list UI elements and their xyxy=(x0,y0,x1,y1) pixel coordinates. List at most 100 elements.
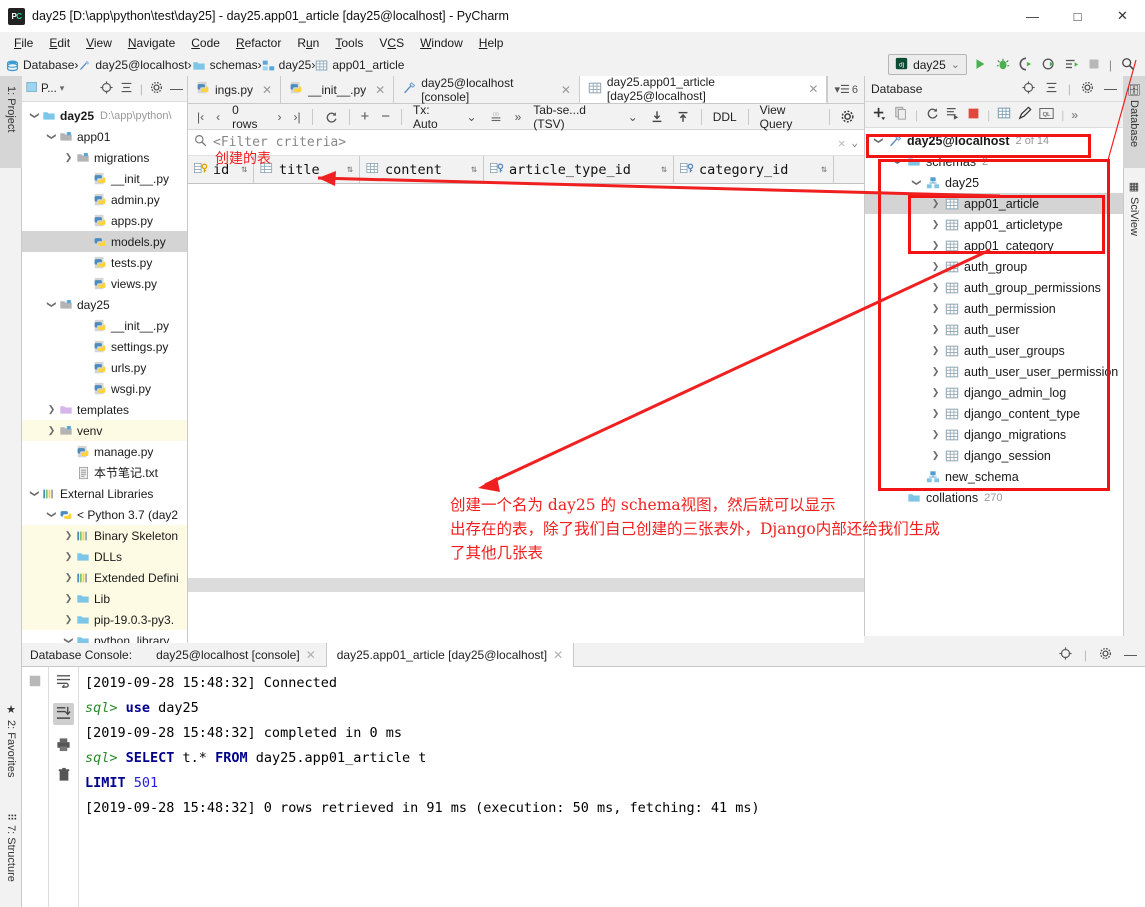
wrap-lines-icon[interactable] xyxy=(56,673,71,691)
minimize-icon[interactable]: — xyxy=(170,81,183,96)
scroll-to-end-icon[interactable] xyxy=(53,703,74,725)
chevron-right-icon[interactable]: ❯ xyxy=(928,366,943,377)
add-icon[interactable] xyxy=(872,106,887,124)
gear-icon[interactable] xyxy=(836,109,860,125)
chevron-down-icon[interactable]: ❯ xyxy=(892,154,903,169)
menu-navigate[interactable]: Navigate xyxy=(120,34,183,52)
menu-window[interactable]: Window xyxy=(412,34,471,52)
filter-history-chevron-icon[interactable]: ⌄ xyxy=(851,136,858,149)
run-configuration-selector[interactable]: dj day25 ⌄ xyxy=(888,54,967,75)
project-tree-node[interactable]: ❯ Extended Defini xyxy=(22,567,187,588)
chevron-right-icon[interactable]: ❯ xyxy=(62,530,75,541)
copy-icon[interactable] xyxy=(894,106,908,123)
project-tree-node[interactable]: manage.py xyxy=(22,441,187,462)
target-icon[interactable] xyxy=(100,80,113,97)
project-tree-node[interactable]: models.py xyxy=(22,231,187,252)
minimize-icon[interactable]: — xyxy=(1104,81,1117,96)
breadcrumb-table[interactable]: app01_article xyxy=(315,58,404,72)
project-tree-node[interactable]: views.py xyxy=(22,273,187,294)
stop-icon[interactable] xyxy=(29,675,41,690)
chevron-right-icon[interactable]: ❯ xyxy=(62,593,75,604)
breadcrumb-schemas[interactable]: schemas xyxy=(192,58,258,72)
column-sort-icon[interactable]: ⇅ xyxy=(653,164,667,175)
filter-input[interactable]: <Filter criteria> xyxy=(213,135,832,150)
export-icon[interactable] xyxy=(671,109,695,125)
chevron-right-icon[interactable]: ❯ xyxy=(62,614,75,625)
project-tree-node[interactable]: apps.py xyxy=(22,210,187,231)
column-sort-icon[interactable]: ⇅ xyxy=(339,164,353,175)
project-tree-node[interactable]: ❯ app01 xyxy=(22,126,187,147)
gear-icon[interactable] xyxy=(1081,81,1094,97)
sidebar-item-sciview[interactable]: ▦ SciView xyxy=(1123,174,1145,260)
database-tree-node[interactable]: ❯ auth_user_groups xyxy=(865,340,1123,361)
close-icon[interactable]: ✕ xyxy=(375,83,385,97)
database-tree-node[interactable]: ❯ auth_group_permissions xyxy=(865,277,1123,298)
export-format-label[interactable]: Tab-se...d (TSV) xyxy=(528,102,620,132)
database-tree-node[interactable]: ❯ day25@localhost 2 of 14 xyxy=(865,130,1123,151)
chevron-down-icon[interactable]: ❯ xyxy=(46,298,57,311)
gear-icon[interactable] xyxy=(150,81,163,97)
project-tree-node[interactable]: ❯ pip-19.0.3-py3. xyxy=(22,609,187,630)
ql-icon[interactable]: QL xyxy=(1039,107,1054,123)
project-tree-node[interactable]: urls.py xyxy=(22,357,187,378)
console-tab-connection[interactable]: day25@localhost [console] ✕ xyxy=(146,643,326,667)
collapse-all-icon[interactable] xyxy=(120,81,133,97)
tab-overflow-button[interactable]: ▾☰ 6 xyxy=(827,76,864,103)
remove-row-button[interactable]: − xyxy=(376,107,395,126)
database-tree-node[interactable]: ❯ auth_user xyxy=(865,319,1123,340)
chevron-right-icon[interactable]: ❯ xyxy=(928,303,943,314)
close-icon[interactable]: ✕ xyxy=(306,648,316,662)
db-compare-icon[interactable]: DB xyxy=(484,109,508,125)
project-tree-node[interactable]: ❯ templates xyxy=(22,399,187,420)
sidebar-item-structure[interactable]: ⠿ 7: Structure xyxy=(0,807,22,907)
menu-help[interactable]: Help xyxy=(471,34,512,52)
toolbar-overflow-button[interactable]: » xyxy=(510,109,527,125)
chevron-right-icon[interactable]: ❯ xyxy=(45,425,58,436)
chevron-right-icon[interactable]: ❯ xyxy=(928,450,943,461)
project-tree-node[interactable]: ❯ venv xyxy=(22,420,187,441)
database-tree-node[interactable]: ❯ django_session xyxy=(865,445,1123,466)
chevron-down-icon[interactable]: ⌄ xyxy=(462,109,482,125)
print-icon[interactable] xyxy=(56,737,71,755)
import-icon[interactable] xyxy=(645,109,669,125)
target-icon[interactable] xyxy=(1059,646,1072,663)
database-tree-node[interactable]: ❯ django_admin_log xyxy=(865,382,1123,403)
chevron-right-icon[interactable]: ❯ xyxy=(62,152,75,163)
database-tree-node[interactable]: ❯ schemas 2 xyxy=(865,151,1123,172)
project-tree-node[interactable]: ❯ migrations xyxy=(22,147,187,168)
database-tree-node[interactable]: new_schema xyxy=(865,466,1123,487)
column-sort-icon[interactable]: ⇅ xyxy=(813,164,827,175)
run-icon[interactable] xyxy=(973,57,987,74)
database-tree-node[interactable]: ❯ auth_user_user_permission xyxy=(865,361,1123,382)
menu-edit[interactable]: Edit xyxy=(41,34,78,52)
database-tree-node[interactable]: ❯ app01_article xyxy=(865,193,1123,214)
overflow-icon[interactable]: » xyxy=(1071,108,1078,122)
chevron-right-icon[interactable]: ❯ xyxy=(928,198,943,209)
modify-icon[interactable] xyxy=(1018,106,1032,123)
sidebar-item-project[interactable]: 1: Project xyxy=(0,76,22,168)
chevron-right-icon[interactable]: ❯ xyxy=(45,404,58,415)
chevron-down-icon[interactable]: ❯ xyxy=(911,175,922,190)
project-tree-node[interactable]: 本节笔记.txt xyxy=(22,462,187,483)
breadcrumb-connection[interactable]: day25@localhost xyxy=(78,58,188,72)
breadcrumb-database[interactable]: Database xyxy=(6,58,74,72)
chevron-down-icon[interactable]: ❯ xyxy=(29,487,40,500)
grid-horizontal-scrollbar[interactable] xyxy=(188,578,864,592)
project-tree-node[interactable]: __init__.py xyxy=(22,315,187,336)
filter-bar[interactable]: <Filter criteria> ✕ ⌄ xyxy=(188,130,864,156)
project-tree-node[interactable]: wsgi.py xyxy=(22,378,187,399)
database-tree-node[interactable]: ❯ auth_group xyxy=(865,256,1123,277)
last-page-button[interactable]: ›| xyxy=(288,109,305,125)
chevron-right-icon[interactable]: ❯ xyxy=(928,429,943,440)
sidebar-item-favorites[interactable]: ★ 2: Favorites xyxy=(0,697,22,807)
chevron-right-icon[interactable]: ❯ xyxy=(928,282,943,293)
coverage-icon[interactable] xyxy=(1019,57,1033,74)
chevron-right-icon[interactable]: ❯ xyxy=(928,240,943,251)
editor-tab[interactable]: day25@localhost [console] ✕ xyxy=(394,76,580,104)
prev-page-button[interactable]: ‹ xyxy=(211,109,225,125)
chevron-right-icon[interactable]: ❯ xyxy=(928,345,943,356)
close-icon[interactable]: ✕ xyxy=(808,82,818,96)
view-query-button[interactable]: View Query xyxy=(755,102,823,132)
close-icon[interactable]: ✕ xyxy=(553,648,563,662)
add-row-button[interactable]: + xyxy=(355,107,374,126)
